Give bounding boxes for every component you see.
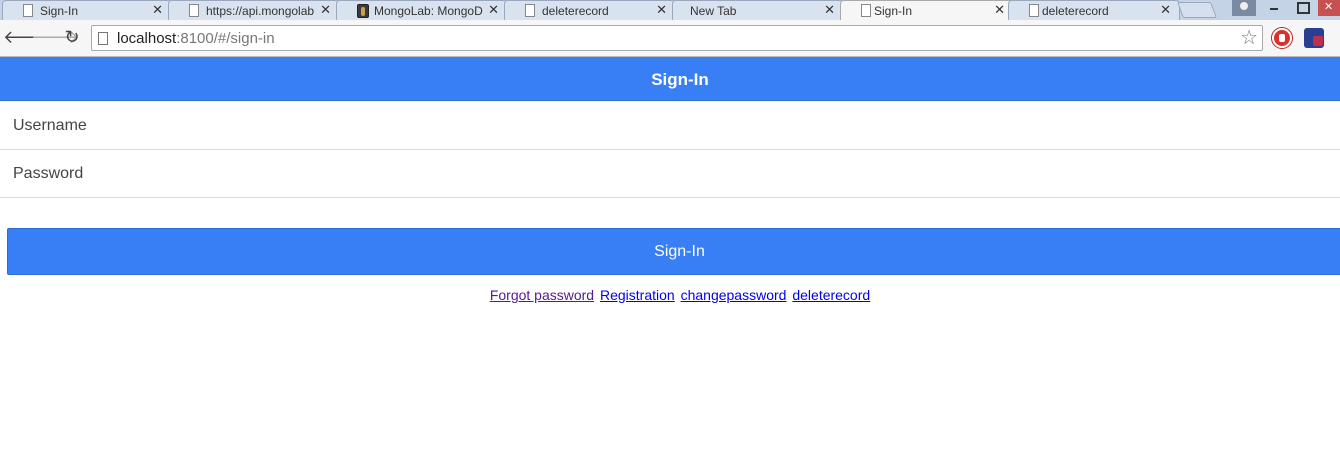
window-close-icon[interactable]: [1318, 0, 1340, 16]
user-icon[interactable]: [1232, 0, 1256, 16]
new-tab-button[interactable]: [1177, 2, 1217, 18]
changepassword-link[interactable]: changepassword: [681, 287, 787, 303]
app-header-bar: Sign-In: [0, 57, 1340, 101]
tab-sign-in[interactable]: Sign-In ✕: [2, 0, 172, 20]
bookmark-star-icon[interactable]: ☆: [1240, 27, 1258, 49]
page-icon: [1029, 4, 1039, 17]
tab-title: Sign-In: [40, 4, 79, 18]
page-icon: [861, 4, 871, 17]
tab-title: Sign-In: [874, 4, 913, 18]
extension-icon[interactable]: [1304, 28, 1324, 48]
tab-deleterecord-2[interactable]: deleterecord ✕: [1008, 0, 1180, 20]
mongolab-icon: [357, 4, 369, 18]
url-host: localhost: [117, 30, 177, 47]
close-icon[interactable]: ✕: [994, 3, 1005, 17]
page-icon: [98, 32, 108, 45]
tab-title: deleterecord: [542, 4, 609, 18]
close-icon[interactable]: ✕: [152, 3, 163, 17]
close-icon[interactable]: ✕: [656, 3, 667, 17]
url-text[interactable]: localhost:8100/#/sign-in: [117, 30, 275, 47]
password-row: [0, 150, 1340, 198]
username-row: [0, 102, 1340, 150]
footer-links: Forgot password Registration changepassw…: [0, 287, 1340, 303]
close-icon[interactable]: ✕: [488, 3, 499, 17]
tab-api-mongolab[interactable]: https://api.mongolab ✕: [168, 0, 340, 20]
back-arrow-icon[interactable]: 🡐: [3, 26, 51, 48]
tab-title: https://api.mongolab: [206, 4, 315, 18]
password-input[interactable]: [0, 150, 1340, 197]
maximize-icon[interactable]: [1290, 0, 1314, 16]
page-icon: [525, 4, 535, 17]
tab-new-tab[interactable]: New Tab ✕: [672, 0, 844, 20]
minimize-icon[interactable]: [1262, 0, 1286, 16]
reload-icon[interactable]: ↻: [61, 26, 83, 48]
username-input[interactable]: [0, 102, 1340, 149]
page-icon: [23, 4, 33, 17]
close-icon[interactable]: ✕: [320, 3, 331, 17]
browser-tab-strip: Sign-In ✕ https://api.mongolab ✕ MongoLa…: [0, 0, 1340, 21]
tab-sign-in-active[interactable]: Sign-In ✕: [840, 0, 1014, 21]
browser-toolbar: 🡐 🡒 ↻ localhost:8100/#/sign-in ☆: [0, 20, 1340, 57]
close-icon[interactable]: ✕: [824, 3, 835, 17]
page-title: Sign-In: [651, 70, 709, 89]
url-path: :8100/#/sign-in: [176, 30, 275, 47]
close-icon[interactable]: ✕: [1160, 3, 1171, 17]
tab-title: deleterecord: [1042, 4, 1109, 18]
tab-title: MongoLab: MongoD: [374, 4, 483, 18]
forgot-password-link[interactable]: Forgot password: [490, 287, 594, 303]
address-bar[interactable]: localhost:8100/#/sign-in ☆: [91, 25, 1263, 51]
adblock-extension-icon[interactable]: [1272, 28, 1292, 48]
tab-mongolab[interactable]: MongoLab: MongoD ✕: [336, 0, 508, 20]
page-icon: [189, 4, 199, 17]
tab-deleterecord[interactable]: deleterecord ✕: [504, 0, 676, 20]
registration-link[interactable]: Registration: [600, 287, 675, 303]
sign-in-button[interactable]: Sign-In: [7, 228, 1340, 275]
forward-arrow-icon[interactable]: 🡒: [31, 26, 79, 48]
deleterecord-link[interactable]: deleterecord: [792, 287, 870, 303]
tab-title: New Tab: [690, 4, 737, 18]
